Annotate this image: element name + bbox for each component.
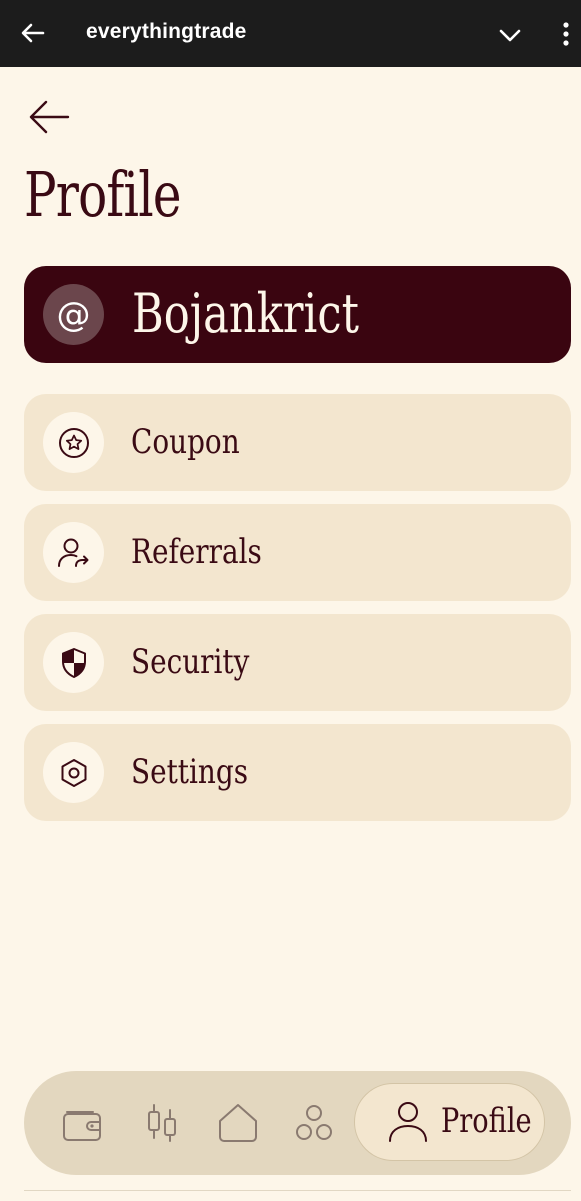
page-back-icon[interactable] [26, 96, 72, 138]
username-card: @ Bojankrict [24, 266, 571, 363]
nav-wallet[interactable] [54, 1071, 110, 1175]
user-icon [389, 1102, 427, 1142]
hexagon-gear-icon [61, 758, 86, 787]
underlying-content-edge [24, 1190, 571, 1201]
at-icon: @ [43, 284, 104, 345]
nav-profile-label: Profile [441, 1101, 532, 1141]
menu-item-referrals[interactable]: Referrals [24, 504, 571, 601]
coupon-icon-circle [43, 412, 104, 473]
browser-title: everythingtrade [86, 20, 247, 43]
nav-profile[interactable]: Profile [354, 1083, 545, 1161]
menu-item-label: Referrals [131, 532, 262, 572]
star-badge-icon [58, 427, 89, 458]
nav-home[interactable] [210, 1071, 266, 1175]
menu-item-label: Security [131, 642, 250, 682]
home-icon [219, 1104, 257, 1142]
user-share-icon [57, 538, 88, 567]
candlestick-icon [148, 1104, 176, 1142]
arrow-left-icon[interactable] [20, 20, 46, 46]
more-vertical-icon[interactable] [558, 20, 574, 48]
nav-assets[interactable] [286, 1071, 342, 1175]
security-icon-circle [43, 632, 104, 693]
menu-item-label: Coupon [131, 422, 240, 462]
browser-toolbar: everythingtrade [0, 0, 581, 67]
bottom-navigation: Profile [24, 1071, 571, 1175]
nav-markets[interactable] [134, 1071, 190, 1175]
menu-item-label: Settings [131, 752, 249, 792]
username: Bojankrict [132, 282, 359, 345]
menu-item-settings[interactable]: Settings [24, 724, 571, 821]
wallet-icon [63, 1111, 101, 1141]
shield-icon [61, 647, 86, 678]
coins-icon [296, 1105, 332, 1140]
referrals-icon-circle [43, 522, 104, 583]
menu-item-security[interactable]: Security [24, 614, 571, 711]
chevron-down-icon[interactable] [497, 22, 523, 48]
settings-icon-circle [43, 742, 104, 803]
menu-item-coupon[interactable]: Coupon [24, 394, 571, 491]
page-title: Profile [24, 158, 182, 231]
